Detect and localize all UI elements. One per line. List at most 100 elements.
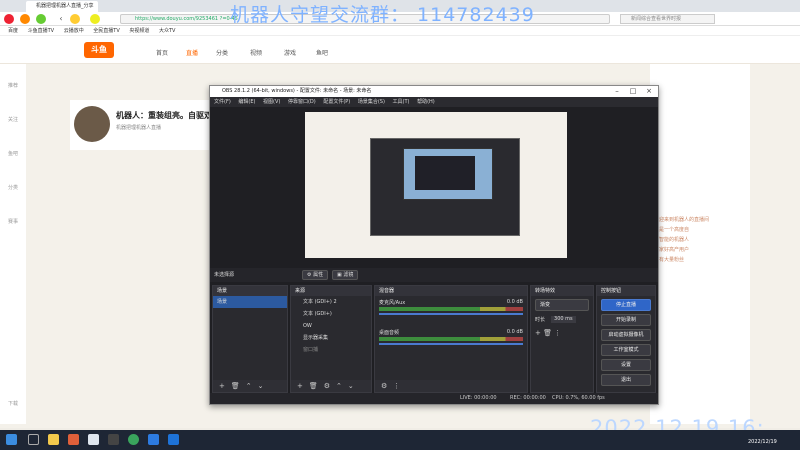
refresh-icon[interactable] — [90, 14, 100, 24]
duration-row: 时长 300 ms — [531, 314, 593, 325]
source-item[interactable]: OW — [291, 320, 371, 332]
obs-menubar: 文件(F) 编辑(E) 视图(V) 停靠窗口(D) 配置文件(P) 场景集合(S… — [210, 97, 658, 107]
transition-actions: + 🗑 ⋮ — [531, 325, 593, 341]
source-label: 文本 (GDI+) — [303, 311, 332, 317]
menu-item[interactable]: 停靠窗口(D) — [288, 99, 316, 105]
menu-item[interactable]: 配置文件(P) — [323, 99, 350, 105]
left-nav-item[interactable]: 赛事 — [4, 218, 22, 225]
obs-preview[interactable] — [305, 112, 567, 258]
emoji-icon[interactable] — [70, 14, 80, 24]
up-icon[interactable]: ⌃ — [336, 382, 342, 390]
app-icon[interactable] — [68, 434, 79, 445]
menu-item[interactable]: 场景集合(S) — [358, 99, 385, 105]
nav-item[interactable]: 游戏 — [284, 48, 296, 57]
search-input[interactable]: 新闻综合查看世界时报 — [620, 14, 715, 24]
controls-dock: 控制按钮 停止直播 开始录制 启动虚拟摄像机 工作室模式 设置 退出 — [596, 285, 656, 393]
up-icon[interactable]: ⌃ — [246, 382, 252, 390]
nav-item[interactable]: 首页 — [156, 48, 168, 57]
menu-item[interactable]: 工具(T) — [393, 99, 410, 105]
browser-tab[interactable]: 机器把理机器人直播_分享 — [26, 1, 98, 12]
more-icon[interactable]: ⋮ — [554, 329, 561, 337]
chat-line: 欢迎来到机器人的直播间 — [654, 217, 710, 223]
settings-button[interactable]: 设置 — [601, 359, 651, 371]
channel-name: 桌面音频 — [379, 330, 400, 336]
source-item[interactable]: 文本 (GDI+) 2 — [291, 296, 371, 308]
left-nav-item[interactable]: 下载 — [4, 400, 22, 407]
nav-item[interactable]: 分类 — [216, 48, 228, 57]
search-placeholder: 新闻综合查看世界时报 — [631, 16, 682, 22]
app-icon[interactable] — [88, 434, 99, 445]
virtual-camera-button[interactable]: 启动虚拟摄像机 — [601, 329, 651, 341]
menu-item[interactable]: 编辑(E) — [238, 99, 255, 105]
obs-app-icon[interactable] — [108, 434, 119, 445]
chrome-icon[interactable] — [128, 434, 139, 445]
start-recording-button[interactable]: 开始录制 — [601, 314, 651, 326]
scene-item[interactable]: 场景 — [213, 296, 287, 308]
gear-icon[interactable]: ⚙ — [324, 382, 330, 390]
source-item[interactable]: 窗口捕 — [291, 344, 371, 356]
rec-time: REC: 00:00:00 — [510, 395, 546, 401]
properties-button[interactable]: ⚙ 属性 — [302, 270, 329, 280]
trash-icon[interactable]: 🗑 — [231, 382, 240, 390]
volume-fader[interactable] — [379, 343, 523, 345]
search-icon[interactable] — [28, 434, 39, 445]
add-icon[interactable]: + — [219, 382, 225, 390]
mixer-channel-header: 麦克风/Aux 0.0 dB — [375, 296, 527, 306]
source-item[interactable]: 文本 (GDI+) — [291, 308, 371, 320]
nav-item[interactable]: 视频 — [250, 48, 262, 57]
bookmark-item[interactable]: 全民直播TV — [93, 28, 119, 34]
site-header — [0, 36, 800, 64]
studio-mode-button[interactable]: 工作室模式 — [601, 344, 651, 356]
source-item[interactable]: 显示器采集 — [291, 332, 371, 344]
menu-item[interactable]: 文件(F) — [214, 99, 231, 105]
left-nav-item[interactable]: 关注 — [4, 116, 22, 123]
cpu-fps: CPU: 0.7%, 60.00 fps — [552, 395, 605, 401]
app-icon[interactable] — [168, 434, 179, 445]
windows-start-icon[interactable] — [6, 434, 17, 445]
chat-line: 主智能的机器人 — [654, 237, 690, 243]
bookmark-item[interactable]: 大众TV — [159, 28, 175, 34]
bookmark-item[interactable]: 斗鱼直播TV — [28, 28, 54, 34]
system-date: 2022/12/19 — [748, 439, 777, 445]
bookmark-item[interactable]: 百度 — [8, 28, 18, 34]
scenes-toolbar: + 🗑 ⌃ ⌄ — [213, 380, 287, 392]
down-icon[interactable]: ⌄ — [348, 382, 354, 390]
site-logo[interactable]: 斗鱼 — [84, 42, 114, 58]
add-icon[interactable]: + — [535, 329, 541, 337]
trash-icon[interactable]: 🗑 — [309, 382, 318, 390]
bookmark-item[interactable]: 云播放中 — [64, 28, 84, 34]
stop-streaming-button[interactable]: 停止直播 — [601, 299, 651, 311]
channel-name: 麦克风/Aux — [379, 300, 406, 306]
add-icon[interactable]: + — [297, 382, 303, 390]
maximize-icon[interactable]: □ — [626, 86, 640, 97]
bookmark-item[interactable]: 央视频道 — [129, 28, 149, 34]
back-icon[interactable]: ‹ — [56, 14, 66, 24]
app-icon[interactable] — [148, 434, 159, 445]
source-label: 文本 (GDI+) 2 — [303, 299, 337, 305]
exit-button[interactable]: 退出 — [601, 374, 651, 386]
menu-item[interactable]: 帮助(H) — [417, 99, 435, 105]
folder-icon[interactable] — [48, 434, 59, 445]
filters-button[interactable]: ▣ 滤镜 — [332, 270, 359, 280]
left-nav-item[interactable]: 分类 — [4, 184, 22, 191]
streamer-avatar[interactable] — [74, 106, 110, 142]
transitions-title: 转场特效 — [531, 286, 593, 296]
extension-icon[interactable] — [36, 14, 46, 24]
volume-fader[interactable] — [379, 313, 523, 315]
transition-select[interactable]: 渐变 — [535, 299, 589, 311]
filters-label: 滤镜 — [343, 272, 354, 278]
duration-input[interactable]: 300 ms — [551, 316, 576, 323]
source-label: 窗口捕 — [303, 347, 319, 353]
close-icon[interactable]: × — [642, 86, 656, 97]
left-nav-item[interactable]: 推荐 — [4, 82, 22, 89]
minimize-icon[interactable]: – — [610, 86, 624, 97]
nav-item[interactable]: 鱼吧 — [316, 48, 328, 57]
nav-item[interactable]: 直播 — [186, 48, 198, 57]
trash-icon[interactable]: 🗑 — [543, 329, 552, 337]
menu-item[interactable]: 视图(V) — [263, 99, 280, 105]
more-icon[interactable]: ⋮ — [393, 382, 400, 390]
left-nav-item[interactable]: 鱼吧 — [4, 150, 22, 157]
scenes-dock: 场景 场景 + 🗑 ⌃ ⌄ — [212, 285, 288, 393]
gear-icon[interactable]: ⚙ — [381, 382, 387, 390]
down-icon[interactable]: ⌄ — [258, 382, 264, 390]
